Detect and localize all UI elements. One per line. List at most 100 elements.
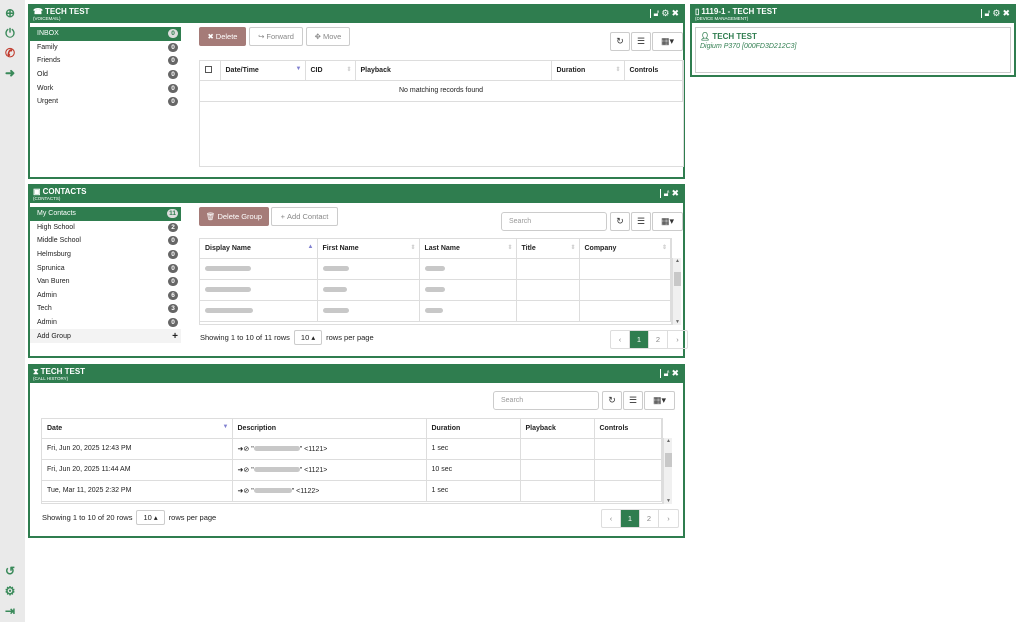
scroll-thumb[interactable] xyxy=(665,453,672,467)
scroll-up-icon[interactable]: ▲ xyxy=(664,438,673,444)
group-middle-school[interactable]: Middle School 0 xyxy=(30,234,181,248)
page-1-button[interactable]: 1 xyxy=(630,331,649,348)
group-helmsburg[interactable]: Helmsburg 0 xyxy=(30,248,181,262)
refresh-button[interactable]: ↻ xyxy=(610,212,630,231)
column-header[interactable]: Company ⇕ xyxy=(579,239,671,259)
scroll-down-icon[interactable]: ▼ xyxy=(673,319,682,325)
table-row[interactable] xyxy=(200,279,671,301)
page-size-dropdown[interactable]: 10 ▴ xyxy=(136,510,165,525)
gear-icon[interactable]: ⚙ xyxy=(992,9,1000,18)
unlock-icon[interactable]: 🔓︎ xyxy=(985,9,991,18)
group-van-buren[interactable]: Van Buren 0 xyxy=(30,275,181,289)
close-icon[interactable]: ✖ xyxy=(1002,9,1010,18)
toggle-view-button[interactable]: ☰ xyxy=(631,32,651,51)
column-header[interactable]: Duration ⇕ xyxy=(551,61,625,81)
folder-friends[interactable]: Friends 0 xyxy=(30,54,181,68)
toggle-view-button[interactable]: ☰ xyxy=(623,391,643,410)
folder-label: INBOX xyxy=(37,30,59,38)
group-admin[interactable]: Admin 6 xyxy=(30,289,181,303)
phone-icon[interactable]: ✆ xyxy=(4,46,16,60)
page-2-button[interactable]: 2 xyxy=(649,331,668,348)
call-history-scrollbar[interactable]: ▲ ▼ xyxy=(663,438,672,504)
table-row[interactable]: Tue, Mar 11, 2025 2:32 PM ➜⊘ " " <1122> 1… xyxy=(42,480,662,502)
folder-urgent[interactable]: Urgent 0 xyxy=(30,95,181,109)
refresh-icon[interactable]: ↺ xyxy=(4,564,16,578)
group-tech[interactable]: Tech 3 xyxy=(30,302,181,316)
table-row[interactable] xyxy=(200,300,671,322)
refresh-button[interactable]: ↻ xyxy=(602,391,622,410)
columns-dropdown-button[interactable]: ▦▾ xyxy=(652,212,683,231)
close-icon[interactable]: ✖ xyxy=(671,369,679,378)
call-description: ➜⊘ " " <1121> xyxy=(232,459,427,481)
group-my-contacts[interactable]: My Contacts 11 xyxy=(30,207,181,221)
select-all-checkbox[interactable] xyxy=(200,61,221,81)
add-group-button[interactable]: Add Group + xyxy=(30,329,181,343)
delete-button[interactable]: ✖ Delete xyxy=(199,27,246,46)
table-row[interactable]: Fri, Jun 20, 2025 12:43 PM ➜⊘ " " <1121> … xyxy=(42,438,662,460)
plus-circle-icon[interactable]: ⊕ xyxy=(4,6,16,20)
unlock-icon[interactable]: 🔓︎ xyxy=(664,189,670,198)
folder-family[interactable]: Family 0 xyxy=(30,41,181,55)
page-size-dropdown[interactable]: 10 ▴ xyxy=(293,330,323,345)
next-page-button[interactable]: › xyxy=(668,331,687,348)
column-header: Description xyxy=(232,419,427,439)
group-admin-2[interactable]: Admin 0 xyxy=(30,316,181,330)
grid-icon: ▦▾ xyxy=(660,216,675,226)
table-header-row: Date ▼ Description Duration Playback Cont… xyxy=(42,419,662,439)
column-header[interactable]: Title ⇕ xyxy=(516,239,580,259)
column-header[interactable]: Date ▼ xyxy=(42,419,233,439)
device-card[interactable]: 👤︎ TECH TEST Digium P370 [000FD3D212C3] xyxy=(695,27,1011,73)
scroll-up-icon[interactable]: ▲ xyxy=(673,258,682,264)
call-history-pagination-info: Showing 1 to 10 of 20 rows 10 ▴ rows per… xyxy=(42,510,216,525)
next-page-button[interactable]: › xyxy=(659,510,678,527)
device-user-name: TECH TEST xyxy=(712,32,757,41)
contacts-search-input[interactable]: Search xyxy=(501,212,607,231)
folder-old[interactable]: Old 0 xyxy=(30,68,181,82)
contacts-scrollbar[interactable]: ▲ ▼ xyxy=(672,258,681,325)
column-header[interactable]: First Name ⇕ xyxy=(317,239,420,259)
unlock-icon[interactable]: 🔓︎ xyxy=(664,369,670,378)
forward-button[interactable]: ↪ Forward xyxy=(249,27,303,46)
forward-label: Forward xyxy=(266,32,294,41)
controls-cell xyxy=(594,480,662,502)
call-history-search-input[interactable]: Search xyxy=(493,391,599,410)
column-header[interactable]: Last Name ⇕ xyxy=(419,239,517,259)
columns-dropdown-button[interactable]: ▦▾ xyxy=(644,391,675,410)
page-2-button[interactable]: 2 xyxy=(640,510,659,527)
refresh-button[interactable]: ↻ xyxy=(610,32,630,51)
scroll-down-icon[interactable]: ▼ xyxy=(664,498,673,504)
gear-icon[interactable]: ⚙ xyxy=(661,9,669,18)
group-label: Sprunica xyxy=(37,264,65,272)
prev-page-button[interactable]: ‹ xyxy=(602,510,621,527)
table-row[interactable] xyxy=(200,258,671,280)
columns-dropdown-button[interactable]: ▦▾ xyxy=(652,32,683,51)
folder-inbox[interactable]: INBOX 0 xyxy=(30,27,181,41)
device-icon: ▯ xyxy=(695,7,700,16)
delete-group-button[interactable]: 🗑︎ Delete Group xyxy=(199,207,269,226)
table-row[interactable]: Fri, Jun 20, 2025 11:44 AM ➜⊘ " " <1121> … xyxy=(42,459,662,481)
prev-page-button[interactable]: ‹ xyxy=(611,331,630,348)
column-header[interactable]: CID ⇕ xyxy=(305,61,356,81)
arrow-right-icon[interactable]: ➜ xyxy=(4,66,16,80)
column-header[interactable]: Date/Time ▼ xyxy=(220,61,306,81)
page-1-button[interactable]: 1 xyxy=(621,510,640,527)
controls-cell xyxy=(594,438,662,460)
device-panel-header: ▯ 1119-1 - TECH TEST (DEVICE MANAGEMENT) … xyxy=(692,6,1014,23)
sign-out-icon[interactable]: ⇥ xyxy=(4,604,16,618)
voicemail-icon: ☎ xyxy=(33,7,43,16)
column-header[interactable]: Display Name ▲ xyxy=(200,239,318,259)
move-button[interactable]: ✥ Move xyxy=(306,27,350,46)
add-contact-button[interactable]: + Add Contact xyxy=(271,207,338,226)
group-count: 0 xyxy=(168,263,178,273)
group-sprunica[interactable]: Sprunica 0 xyxy=(30,261,181,275)
toggle-view-button[interactable]: ☰ xyxy=(631,212,651,231)
scroll-thumb[interactable] xyxy=(674,272,681,286)
close-icon[interactable]: ✖ xyxy=(671,9,679,18)
gear-icon[interactable]: ⚙ xyxy=(4,584,16,598)
folder-work[interactable]: Work 0 xyxy=(30,81,181,95)
trash-icon: 🗑︎ xyxy=(205,212,216,221)
close-icon[interactable]: ✖ xyxy=(671,189,679,198)
group-high-school[interactable]: High School 2 xyxy=(30,221,181,235)
unlock-icon[interactable]: 🔓︎ xyxy=(654,9,660,18)
power-icon[interactable]: ⏻ xyxy=(4,26,16,40)
